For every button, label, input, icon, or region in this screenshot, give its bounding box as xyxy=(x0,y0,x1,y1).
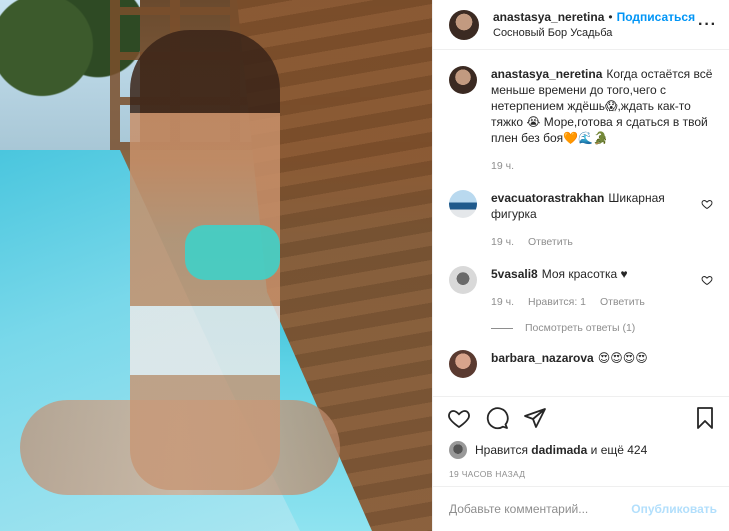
separator-dot: • xyxy=(608,9,613,24)
instagram-post: anastasya_neretina • Подписаться Сосновы… xyxy=(0,0,729,531)
reply-button[interactable]: Ответить xyxy=(600,294,645,310)
comments-list[interactable]: anastasya_neretina Когда остаётся всё мен… xyxy=(433,50,729,396)
caption-username[interactable]: anastasya_neretina xyxy=(491,67,602,81)
likes-prefix: Нравится xyxy=(475,443,528,457)
comment-avatar[interactable] xyxy=(449,266,477,294)
more-options-icon[interactable]: ··· xyxy=(698,16,717,34)
caption-time[interactable]: 19 ч. xyxy=(491,158,514,174)
comment-username[interactable]: evacuatorastrakhan xyxy=(491,191,604,205)
comment-username[interactable]: barbara_nazarova xyxy=(491,351,594,365)
author-avatar[interactable] xyxy=(449,9,479,40)
share-icon[interactable] xyxy=(523,406,547,430)
action-bar xyxy=(433,396,729,438)
post-side-panel: anastasya_neretina • Подписаться Сосновы… xyxy=(432,0,729,531)
bookmark-icon[interactable] xyxy=(693,406,717,430)
likes-suffix[interactable]: и ещё 424 xyxy=(591,443,648,457)
post-location[interactable]: Сосновый Бор Усадьба xyxy=(493,25,698,41)
comment-like-icon[interactable] xyxy=(701,274,713,286)
comment-like-icon[interactable] xyxy=(701,198,713,210)
view-replies-button[interactable]: Посмотреть ответы (1) xyxy=(491,322,713,334)
post-header: anastasya_neretina • Подписаться Сосновы… xyxy=(433,0,729,50)
comment-likes-count[interactable]: Нравится: 1 xyxy=(528,294,586,310)
follow-button[interactable]: Подписаться xyxy=(617,9,695,25)
comment-icon[interactable] xyxy=(485,406,509,430)
replies-line xyxy=(491,327,513,329)
author-username[interactable]: anastasya_neretina xyxy=(493,9,604,25)
post-photo[interactable] xyxy=(0,0,432,531)
comment-item: evacuatorastrakhan Шикарная фигурка 19 ч.… xyxy=(449,190,713,250)
photo-swimsuit xyxy=(185,225,280,280)
comment-text: 😍😍😍😍 xyxy=(597,351,648,365)
author-info: anastasya_neretina • Подписаться Сосновы… xyxy=(493,9,698,41)
publish-button[interactable]: Опубликовать xyxy=(631,502,717,516)
caption-avatar[interactable] xyxy=(449,66,477,94)
view-replies-label: Посмотреть ответы (1) xyxy=(525,322,636,334)
comment-item: 5vasali8 Моя красотка ♥ 19 ч. Нравится: 1… xyxy=(449,266,713,310)
comment-time[interactable]: 19 ч. xyxy=(491,234,514,250)
comment-text: Моя красотка ♥ xyxy=(541,267,628,281)
comment-input[interactable] xyxy=(449,502,632,516)
post-timestamp[interactable]: 19 ЧАСОВ НАЗАД xyxy=(433,462,729,486)
likes-summary[interactable]: Нравится dadimada и ещё 424 xyxy=(433,438,729,462)
liker-avatar[interactable] xyxy=(449,441,467,459)
heart-icon[interactable] xyxy=(447,406,471,430)
add-comment-bar: Опубликовать xyxy=(433,486,729,531)
comment-time[interactable]: 19 ч. xyxy=(491,294,514,310)
comment-avatar[interactable] xyxy=(449,350,477,378)
comment-username[interactable]: 5vasali8 xyxy=(491,267,538,281)
caption: anastasya_neretina Когда остаётся всё мен… xyxy=(449,66,713,174)
comment-item: barbara_nazarova 😍😍😍😍 xyxy=(449,350,713,378)
liker-username[interactable]: dadimada xyxy=(531,443,587,457)
reply-button[interactable]: Ответить xyxy=(528,234,573,250)
comment-avatar[interactable] xyxy=(449,190,477,218)
